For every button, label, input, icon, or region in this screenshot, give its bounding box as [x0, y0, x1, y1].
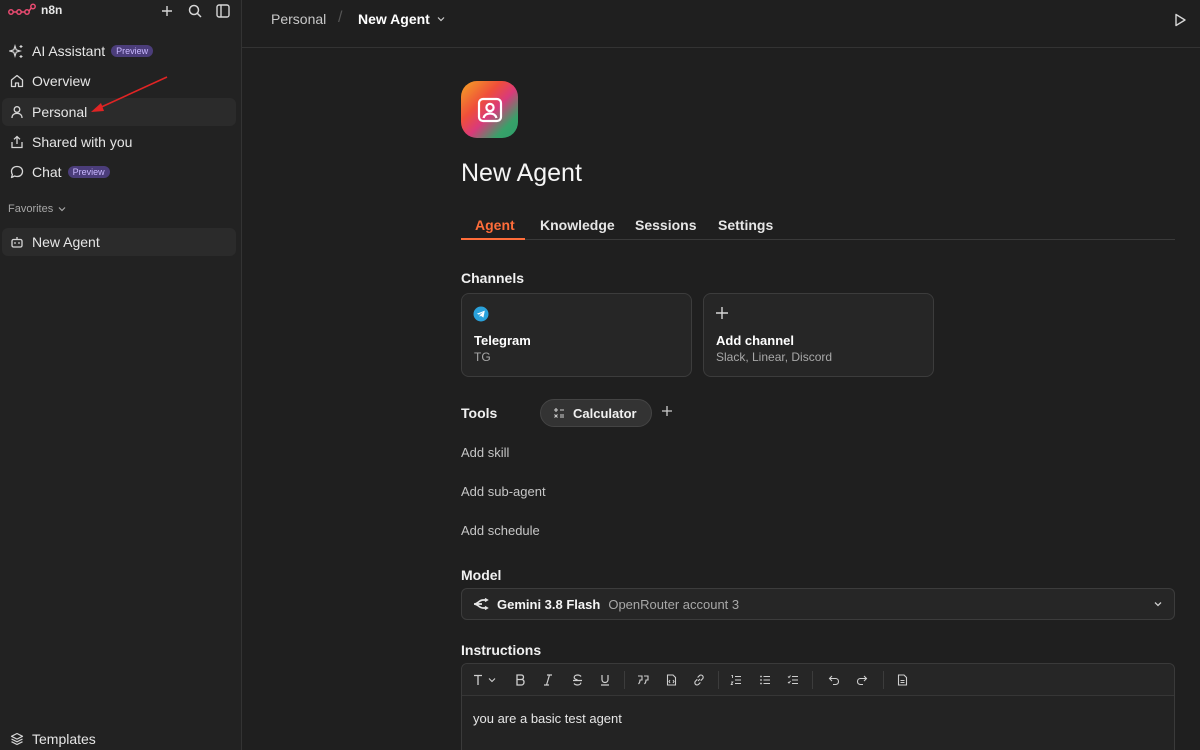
share-icon [9, 135, 24, 150]
calculator-icon [553, 407, 565, 419]
channel-title: Telegram [474, 333, 531, 348]
text-style-icon[interactable] [473, 673, 499, 687]
tab-knowledge[interactable]: Knowledge [540, 217, 615, 233]
sidebar-item-label: Templates [32, 731, 96, 747]
underline-icon[interactable] [598, 673, 612, 687]
favorites-header[interactable]: Favorites [8, 203, 67, 215]
search-icon[interactable] [186, 2, 204, 20]
home-icon [9, 74, 24, 89]
tab-sessions[interactable]: Sessions [635, 217, 696, 233]
sidebar-item-overview[interactable]: Overview [2, 67, 236, 95]
toolbar-separator [624, 671, 625, 689]
breadcrumb-current[interactable]: New Agent [358, 11, 446, 27]
strikethrough-icon[interactable] [570, 673, 584, 687]
tab-settings[interactable]: Settings [718, 217, 773, 233]
n8n-logo-icon [8, 3, 36, 15]
sidebar-item-templates[interactable]: Templates [2, 725, 236, 750]
instructions-text[interactable]: you are a basic test agent [473, 711, 622, 726]
instructions-label: Instructions [461, 642, 542, 658]
preview-badge: Preview [111, 45, 154, 57]
channels-label: Channels [461, 270, 525, 286]
code-block-icon[interactable] [664, 673, 678, 687]
agent-title[interactable]: New Agent [461, 159, 582, 188]
user-icon [9, 105, 24, 120]
add-schedule-link[interactable]: Add schedule [461, 523, 540, 538]
editor-toolbar [462, 664, 1174, 696]
italic-icon[interactable] [541, 673, 555, 687]
sidebar-item-ai-assistant[interactable]: AI Assistant Preview [2, 37, 236, 65]
add-subagent-link[interactable]: Add sub-agent [461, 484, 546, 499]
ordered-list-icon[interactable] [729, 673, 743, 687]
sidebar-item-new-agent[interactable]: New Agent [2, 228, 236, 256]
agent-avatar-icon [477, 97, 502, 122]
sidebar-item-label: Shared with you [32, 134, 133, 150]
sidebar-item-label: New Agent [32, 234, 100, 250]
sidebar-item-label: AI Assistant [32, 43, 106, 59]
agent-editor: New Agent Agent Knowledge Sessions Setti… [461, 48, 1175, 750]
bold-icon[interactable] [513, 673, 527, 687]
breadcrumb-separator: / [338, 9, 343, 26]
telegram-icon [473, 306, 489, 322]
layers-icon [9, 732, 24, 747]
sparkles-icon [9, 43, 24, 59]
model-label: Model [461, 567, 502, 583]
n8n-logo[interactable]: n8n [8, 3, 62, 17]
breadcrumb-personal[interactable]: Personal [271, 11, 326, 27]
tool-chip-label: Calculator [573, 405, 637, 421]
plus-icon [715, 306, 731, 322]
collapse-sidebar-icon[interactable] [214, 2, 232, 20]
chevron-down-icon [1152, 598, 1164, 610]
bullet-list-icon[interactable] [758, 673, 772, 687]
tools-label: Tools [461, 405, 498, 421]
agent-avatar[interactable] [461, 81, 518, 138]
add-channel-card[interactable]: Add channel Slack, Linear, Discord [703, 293, 934, 377]
undo-icon[interactable] [827, 673, 841, 687]
sidebar-item-chat[interactable]: Chat Preview [2, 158, 236, 186]
checklist-icon[interactable] [786, 673, 800, 687]
chevron-down-icon [436, 14, 446, 24]
add-tool-icon[interactable] [661, 405, 675, 419]
channel-card-telegram[interactable]: Telegram TG [461, 293, 692, 377]
redo-icon[interactable] [855, 673, 869, 687]
toolbar-separator [883, 671, 884, 689]
favorites-label: Favorites [8, 203, 54, 215]
tab-agent[interactable]: Agent [475, 217, 515, 233]
model-name: Gemini 3.8 Flash [497, 596, 601, 612]
channel-title: Add channel [716, 333, 795, 348]
channel-subtitle: Slack, Linear, Discord [716, 350, 833, 364]
top-header: Personal / New Agent [242, 0, 1200, 48]
sidebar-item-label: Overview [32, 73, 91, 89]
model-account: OpenRouter account 3 [608, 596, 740, 612]
chevron-down-icon [57, 204, 67, 214]
tool-chip-calculator[interactable]: Calculator [540, 399, 652, 427]
channel-subtitle: TG [474, 350, 491, 364]
sidebar-item-shared[interactable]: Shared with you [2, 128, 236, 156]
active-tab-indicator [461, 238, 525, 240]
sidebar-item-label: Chat [32, 164, 62, 180]
sidebar: n8n AI Assistant Preview Overview Person… [0, 0, 242, 750]
document-icon[interactable] [895, 673, 909, 687]
add-icon[interactable] [158, 2, 176, 20]
preview-badge: Preview [67, 166, 110, 178]
sidebar-top-bar: n8n [8, 0, 234, 22]
sidebar-item-personal[interactable]: Personal [2, 98, 236, 126]
openrouter-icon [473, 598, 489, 610]
add-skill-link[interactable]: Add skill [461, 445, 509, 460]
breadcrumb-current-label: New Agent [358, 11, 430, 27]
link-icon[interactable] [692, 673, 706, 687]
instructions-editor[interactable]: you are a basic test agent [461, 663, 1175, 750]
toolbar-separator [812, 671, 813, 689]
robot-icon [9, 235, 24, 250]
sidebar-item-label: Personal [32, 104, 88, 120]
logo-text: n8n [41, 3, 63, 17]
toolbar-separator [718, 671, 719, 689]
play-icon[interactable] [1172, 12, 1188, 28]
model-select[interactable]: Gemini 3.8 Flash OpenRouter account 3 [461, 588, 1175, 620]
quote-icon[interactable] [636, 673, 650, 687]
chat-icon [9, 165, 24, 180]
main-content: New Agent Agent Knowledge Sessions Setti… [242, 48, 1200, 750]
agent-tabs: Agent Knowledge Sessions Settings [461, 210, 1175, 240]
